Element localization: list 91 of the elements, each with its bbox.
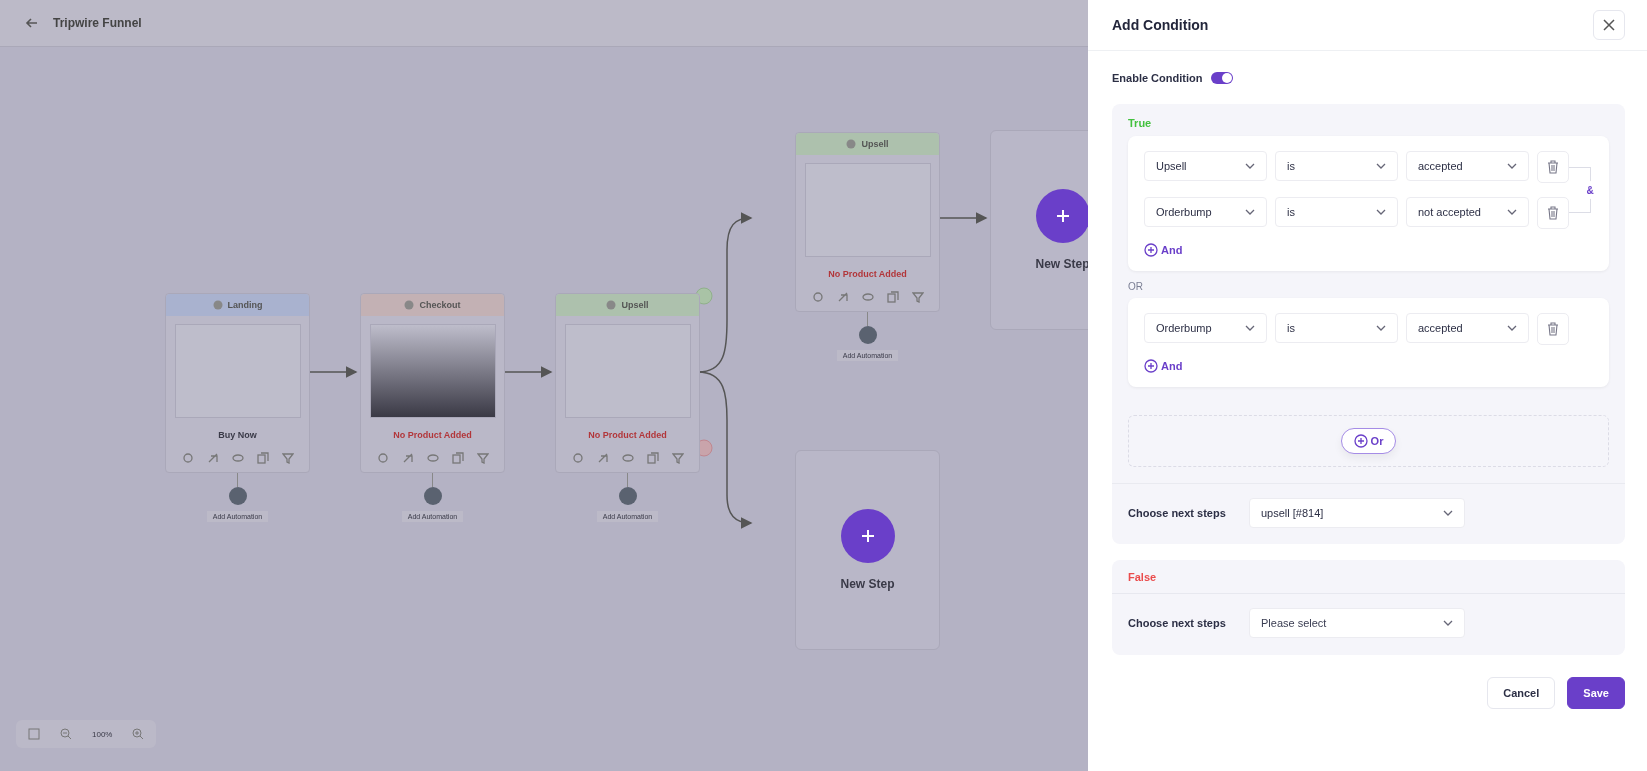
link-icon[interactable] bbox=[206, 452, 219, 464]
dropdown[interactable]: Upsell bbox=[1144, 151, 1267, 181]
add-or-button[interactable]: Or bbox=[1340, 428, 1397, 454]
chevron-down-icon bbox=[1376, 325, 1386, 331]
trash-icon bbox=[1547, 206, 1559, 220]
add-and-button[interactable]: And bbox=[1144, 243, 1183, 257]
trash-icon bbox=[1547, 160, 1559, 174]
page-icon bbox=[846, 139, 857, 149]
dropdown[interactable]: upsell [#814] bbox=[1249, 498, 1465, 528]
link-icon[interactable] bbox=[596, 452, 609, 464]
or-label: OR bbox=[1128, 280, 1144, 294]
page-icon bbox=[606, 300, 617, 310]
funnel-title: Tripwire Funnel bbox=[53, 16, 142, 30]
chevron-down-icon bbox=[1245, 325, 1255, 331]
connector-arrow bbox=[307, 366, 358, 378]
dropdown[interactable]: is bbox=[1275, 313, 1398, 343]
chevron-down-icon bbox=[1507, 325, 1517, 331]
true-heading: True bbox=[1128, 116, 1153, 131]
dropdown[interactable]: is bbox=[1275, 151, 1398, 181]
chevron-down-icon bbox=[1376, 209, 1386, 215]
plus-icon[interactable] bbox=[840, 509, 895, 563]
chevron-down-icon bbox=[1507, 163, 1517, 169]
chevron-down-icon bbox=[1507, 209, 1517, 215]
page-icon bbox=[404, 300, 415, 310]
add-automation-button[interactable] bbox=[423, 487, 442, 505]
chevron-down-icon bbox=[1443, 510, 1453, 516]
dropdown[interactable]: Orderbump bbox=[1144, 313, 1267, 343]
step-card[interactable]: Upsell No Product Added bbox=[795, 132, 940, 312]
trash-icon bbox=[1547, 322, 1559, 336]
zoom-in-icon[interactable] bbox=[132, 728, 145, 740]
false-heading: False bbox=[1112, 560, 1625, 594]
step-note: No Product Added bbox=[393, 430, 472, 440]
add-automation-button[interactable] bbox=[228, 487, 247, 505]
dropdown[interactable]: not accepted bbox=[1406, 197, 1529, 227]
page-icon bbox=[212, 300, 223, 310]
add-automation-button[interactable] bbox=[618, 487, 637, 505]
next-steps-label: Choose next steps bbox=[1128, 617, 1227, 629]
next-steps-label: Choose next steps bbox=[1128, 507, 1227, 519]
dropdown[interactable]: accepted bbox=[1406, 151, 1529, 181]
filter-icon[interactable] bbox=[911, 291, 924, 303]
filter-icon[interactable] bbox=[281, 452, 294, 464]
step-note: No Product Added bbox=[828, 269, 907, 279]
step-title: Upsell bbox=[861, 139, 889, 149]
dropdown[interactable]: Orderbump bbox=[1144, 197, 1267, 227]
step-note: Buy Now bbox=[218, 430, 257, 440]
zoom-out-icon[interactable] bbox=[60, 728, 72, 740]
filter-icon[interactable] bbox=[476, 452, 489, 464]
close-icon bbox=[1603, 19, 1615, 31]
add-and-button[interactable]: And bbox=[1144, 359, 1183, 373]
dropdown[interactable]: accepted bbox=[1406, 313, 1529, 343]
close-button[interactable] bbox=[1593, 10, 1625, 40]
filter-icon[interactable] bbox=[671, 452, 684, 464]
chevron-down-icon bbox=[1376, 163, 1386, 169]
link-icon[interactable] bbox=[401, 452, 414, 464]
link-icon[interactable] bbox=[836, 291, 849, 303]
chevron-down-icon bbox=[1245, 163, 1255, 169]
add-automation-button[interactable] bbox=[858, 326, 877, 344]
connector-arrow bbox=[502, 366, 553, 378]
delete-button[interactable] bbox=[1537, 151, 1569, 183]
plus-icon[interactable] bbox=[1035, 189, 1088, 243]
copy-icon[interactable] bbox=[256, 452, 269, 464]
step-card[interactable]: Checkout No Product Added bbox=[360, 293, 505, 473]
dropdown[interactable]: Please select bbox=[1249, 608, 1465, 638]
zoom-level: 100% bbox=[92, 729, 113, 739]
copy-icon[interactable] bbox=[451, 452, 464, 464]
copy-icon[interactable] bbox=[886, 291, 899, 303]
step-card[interactable]: Landing Buy Now bbox=[165, 293, 310, 473]
back-arrow-icon[interactable] bbox=[25, 16, 39, 30]
step-note: No Product Added bbox=[588, 430, 667, 440]
delete-button[interactable] bbox=[1537, 197, 1569, 229]
fit-screen-icon[interactable] bbox=[28, 728, 40, 740]
new-step-card[interactable]: New Step bbox=[795, 450, 940, 650]
cancel-button[interactable]: Cancel bbox=[1487, 677, 1556, 709]
plus-circle-icon bbox=[1353, 434, 1368, 448]
toggle-switch[interactable] bbox=[1211, 72, 1234, 84]
copy-icon[interactable] bbox=[646, 452, 659, 464]
step-title: Landing bbox=[227, 300, 263, 310]
save-button[interactable]: Save bbox=[1567, 677, 1625, 709]
chevron-down-icon bbox=[1245, 209, 1255, 215]
dropdown[interactable]: is bbox=[1275, 197, 1398, 227]
connector-arrow bbox=[937, 212, 988, 224]
plus-circle-icon bbox=[1144, 243, 1158, 257]
plus-circle-icon bbox=[1144, 359, 1158, 373]
enable-condition-label: Enable Condition bbox=[1112, 72, 1203, 84]
step-title: Upsell bbox=[621, 300, 649, 310]
step-card[interactable]: Upsell No Product Added bbox=[555, 293, 700, 473]
delete-button[interactable] bbox=[1537, 313, 1569, 345]
chevron-down-icon bbox=[1443, 620, 1453, 626]
new-step-label: New Step bbox=[840, 577, 895, 591]
step-title: Checkout bbox=[419, 300, 461, 310]
panel-title: Add Condition bbox=[1112, 17, 1209, 33]
